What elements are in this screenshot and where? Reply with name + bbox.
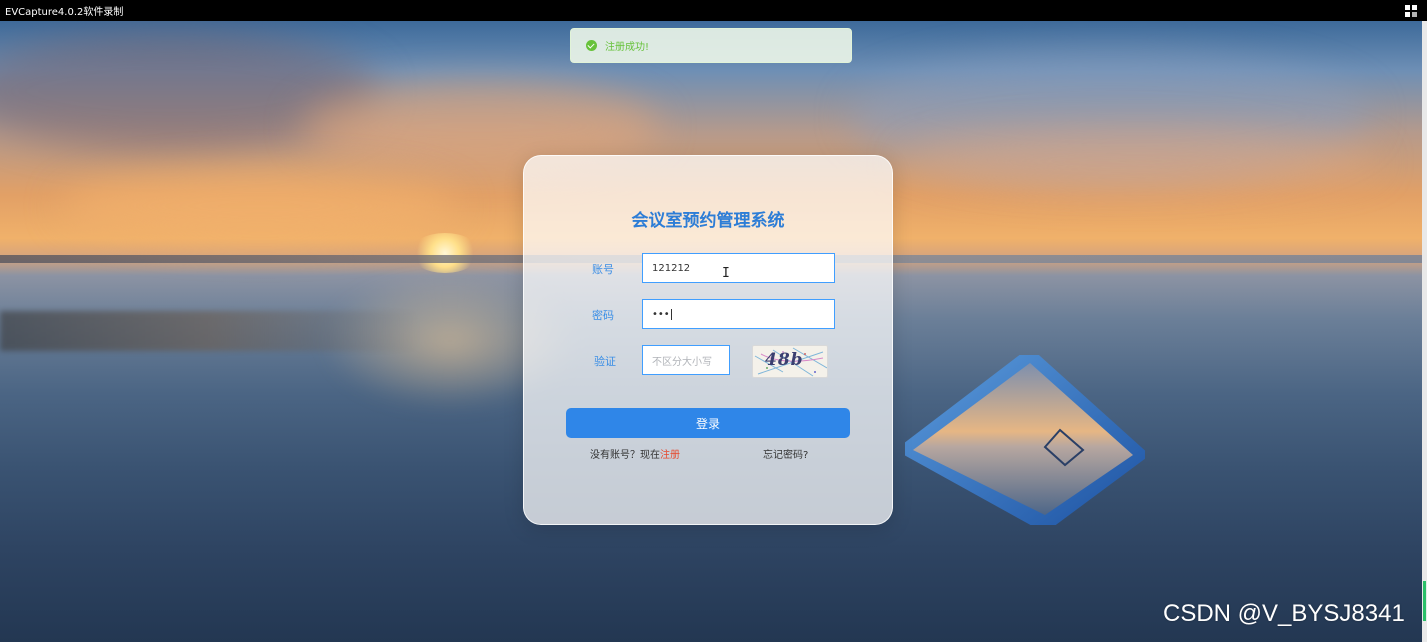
password-value: •••	[652, 308, 670, 320]
password-input[interactable]: •••	[642, 299, 835, 329]
captcha-placeholder: 不区分大小写	[652, 356, 712, 368]
sun	[410, 233, 480, 273]
window-title: EVCapture4.0.2软件录制	[5, 7, 124, 18]
right-edge	[1422, 21, 1427, 642]
captcha-input[interactable]: 不区分大小写	[642, 345, 730, 375]
register-link[interactable]: 注册	[660, 450, 680, 461]
register-prompt: 没有账号？现在注册	[590, 446, 680, 461]
account-label: 账号	[592, 263, 614, 276]
decorative-photo-frame	[905, 355, 1145, 525]
account-value: 121212	[652, 262, 691, 274]
success-toast: 注册成功!	[570, 28, 852, 63]
login-card: 会议室预约管理系统	[523, 155, 893, 525]
account-input[interactable]: 121212	[642, 253, 835, 283]
window-titlebar: EVCapture4.0.2软件录制	[0, 0, 1427, 21]
text-cursor-icon: I	[722, 266, 730, 281]
captcha-image[interactable]: 48b	[752, 345, 828, 378]
login-button[interactable]: 登录	[566, 408, 850, 438]
shore-rocks	[0, 311, 420, 351]
captcha-label: 验证	[594, 355, 616, 368]
toast-message: 注册成功!	[605, 42, 650, 53]
watermark: CSDN @V_BYSJ8341	[1163, 600, 1405, 627]
no-account-text: 没有账号？现在	[590, 450, 660, 461]
forgot-password-link[interactable]: 忘记密码?	[763, 446, 808, 461]
system-title: 会议室预约管理系统	[631, 211, 785, 231]
password-label: 密码	[592, 309, 614, 322]
captcha-text: 48b	[765, 350, 804, 370]
check-circle-icon	[586, 40, 597, 51]
grid-menu-icon[interactable]	[1405, 5, 1417, 17]
